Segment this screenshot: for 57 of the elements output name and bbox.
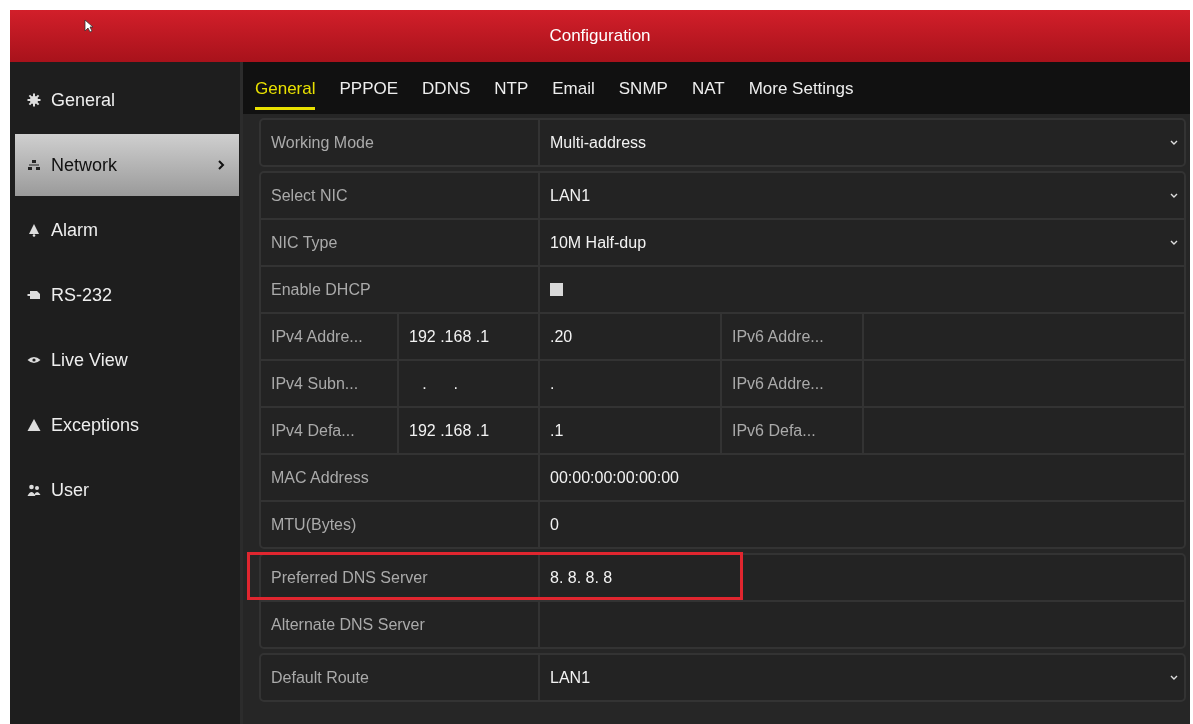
chevron-down-icon <box>1170 193 1178 198</box>
plug-icon <box>27 288 41 302</box>
network-icon <box>27 158 41 172</box>
tab[interactable]: NTP <box>494 66 529 110</box>
warning-icon <box>27 418 41 432</box>
input-field[interactable]: 0 <box>540 502 1184 547</box>
chevron-down-icon <box>1170 240 1178 245</box>
sidebar-item[interactable]: Network <box>15 134 239 196</box>
field-label: NIC Type <box>261 220 540 265</box>
field-label: Alternate DNS Server <box>261 602 540 647</box>
field-label: MAC Address <box>261 455 540 500</box>
users-icon <box>27 483 41 497</box>
mouse-cursor-icon <box>84 19 94 33</box>
gear-icon <box>27 93 41 107</box>
dropdown[interactable]: 10M Half-dup <box>540 220 1184 265</box>
checkbox[interactable] <box>550 283 563 296</box>
address-field[interactable]: . . <box>399 361 540 406</box>
address-field[interactable]: . <box>540 361 722 406</box>
field-label: Preferred DNS Server <box>261 555 540 600</box>
chevron-right-icon <box>218 160 225 170</box>
field-label: IPv4 Addre... <box>261 314 399 359</box>
dropdown[interactable]: Multi-address <box>540 120 1184 165</box>
address-field[interactable]: 192 .168 .1 <box>399 408 540 453</box>
tab[interactable]: SNMP <box>618 66 668 110</box>
address-field[interactable]: 192 .168 .1 <box>399 314 540 359</box>
tab[interactable]: PPPOE <box>339 66 399 110</box>
field-label: Enable DHCP <box>261 267 540 312</box>
field-label: Default Route <box>261 655 540 700</box>
field-label: IPv4 Defa... <box>261 408 399 453</box>
field-label: IPv6 Addre... <box>722 314 864 359</box>
address-field[interactable]: .1 <box>540 408 722 453</box>
address-field[interactable]: .20 <box>540 314 722 359</box>
tab[interactable]: Email <box>552 66 595 110</box>
dropdown[interactable]: LAN1 <box>540 655 1184 700</box>
dropdown[interactable]: LAN1 <box>540 173 1184 218</box>
tab[interactable]: More Settings <box>748 66 854 110</box>
input-field[interactable]: 8. 8. 8. 8 <box>540 555 1184 600</box>
sidebar-item[interactable]: Live View <box>15 329 239 391</box>
sidebar-item[interactable]: User <box>15 459 239 521</box>
tab[interactable]: General <box>255 66 316 110</box>
tab[interactable]: NAT <box>691 66 725 110</box>
sidebar-item[interactable]: Exceptions <box>15 394 239 456</box>
field-label: Select NIC <box>261 173 540 218</box>
bell-icon <box>27 223 41 237</box>
field-label: IPv6 Defa... <box>722 408 864 453</box>
tab[interactable]: DDNS <box>422 66 471 110</box>
sidebar-item[interactable]: RS-232 <box>15 264 239 326</box>
field-label: MTU(Bytes) <box>261 502 540 547</box>
chevron-down-icon <box>1170 140 1178 145</box>
input-field[interactable]: 00:00:00:00:00:00 <box>540 455 1184 500</box>
field-label: IPv6 Addre... <box>722 361 864 406</box>
field-label: Working Mode <box>261 120 540 165</box>
chevron-down-icon <box>1170 675 1178 680</box>
sidebar-item[interactable]: Alarm <box>15 199 239 261</box>
field-label: IPv4 Subn... <box>261 361 399 406</box>
sidebar-item[interactable]: General <box>15 69 239 131</box>
window-title: Configuration <box>549 26 651 46</box>
